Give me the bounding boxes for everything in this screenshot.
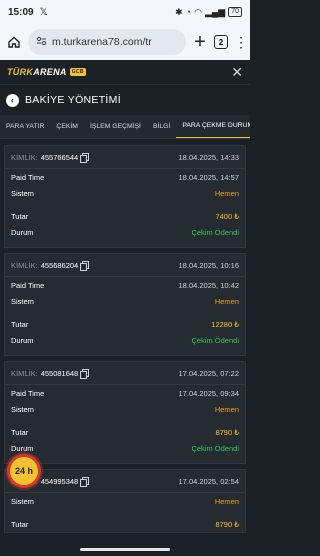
tab-bilgi[interactable]: BİLGİ: [147, 115, 176, 138]
transaction-id: 455081648: [40, 368, 79, 378]
url-text[interactable]: m.turkarena78.com/tr: [52, 36, 152, 48]
sistem-row: Sistem Hemen: [5, 493, 245, 509]
kimlik-label: KİMLİK:: [11, 368, 38, 378]
status-bar: 15:09 𝕏 ✱ ◔ ◠ ▂▄▆ 70: [0, 0, 250, 24]
tutar-value: 8790 ₺: [215, 519, 239, 529]
logo-second: ARENA: [33, 67, 67, 77]
sistem-label: Sistem: [11, 404, 34, 414]
sistem-value: Hemen: [214, 188, 239, 198]
tutar-label: Tutar: [11, 319, 29, 329]
kimlik-label: KİMLİK:: [11, 152, 38, 162]
more-menu-icon[interactable]: ⋮: [234, 34, 248, 51]
tutar-value: 12280 ₺: [211, 319, 239, 329]
wifi-icon: ◠: [194, 6, 202, 17]
card-header: KİMLİK: 455081648 17.04.2025, 07:22: [5, 362, 245, 385]
tutar-row: Tutar 8790 ₺: [5, 424, 245, 440]
back-icon[interactable]: ‹: [6, 93, 19, 107]
withdrawal-card: KİMLİK: 455081648 17.04.2025, 07:22 Paid…: [4, 361, 246, 464]
durum-value: Çekim Ödendi: [191, 335, 239, 345]
sistem-row: Sistem Hemen: [5, 185, 245, 201]
signal-icon: ▂▄▆: [204, 6, 226, 17]
paid-time-row: Paid Time 17.04.2025, 09:34: [5, 385, 245, 401]
transaction-id: 454995348: [40, 476, 79, 486]
tutar-label: Tutar: [11, 211, 29, 221]
tutar-label: Tutar: [11, 427, 29, 437]
tab-cekim[interactable]: ÇEKİM: [50, 115, 84, 138]
paid-time-label: Paid Time: [11, 172, 45, 182]
sistem-label: Sistem: [11, 296, 34, 306]
withdrawal-card: KİMLİK: 454995348 17.04.2025, 02:54 Sist…: [4, 469, 246, 533]
tab-para-yatir[interactable]: PARA YATIR: [0, 115, 50, 138]
home-icon[interactable]: [6, 34, 22, 50]
browser-toolbar: m.turkarena78.com/tr + 2 ⋮: [0, 24, 250, 60]
sistem-value: Hemen: [214, 404, 239, 414]
copy-icon[interactable]: [80, 261, 90, 271]
paid-time-label: Paid Time: [11, 280, 45, 290]
kimlik-label: KİMLİK:: [11, 260, 38, 270]
bluetooth-icon: ✱: [175, 6, 183, 17]
paid-time-row: Paid Time 18.04.2025, 14:57: [5, 169, 245, 185]
site-header: TÜRK ARENA GCB ✕: [0, 60, 250, 85]
logo-main: TÜRK: [7, 67, 34, 77]
durum-row: Durum Çekim Ödendi: [5, 224, 245, 240]
sistem-row: Sistem Hemen: [5, 293, 245, 309]
tutar-value: 7400 ₺: [215, 211, 239, 221]
durum-label: Durum: [11, 443, 34, 453]
tab-switcher-button[interactable]: 2: [214, 35, 228, 49]
transaction-id: 455686204: [40, 260, 79, 270]
sistem-label: Sistem: [11, 188, 34, 198]
mute-icon: ◔: [185, 7, 192, 17]
paid-time-label: Paid Time: [11, 388, 45, 398]
status-time: 15:09: [8, 6, 34, 18]
durum-label: Durum: [11, 335, 34, 345]
copy-icon[interactable]: [80, 153, 90, 163]
request-date: 17.04.2025, 02:54: [178, 476, 239, 486]
live-support-badge[interactable]: 24 h: [7, 454, 41, 488]
logo-badge: GCB: [69, 68, 86, 76]
tab-para-cekme-durumu[interactable]: PARA ÇEKME DURUMU: [176, 115, 250, 138]
sistem-label: Sistem: [11, 496, 34, 506]
durum-value: Çekim Ödendi: [191, 443, 239, 453]
paid-time-value: 18.04.2025, 14:57: [178, 172, 239, 182]
tutar-row: Tutar 12280 ₺: [5, 316, 245, 332]
new-tab-icon[interactable]: +: [192, 31, 208, 54]
tutar-label: Tutar: [11, 519, 29, 529]
sistem-value: Hemen: [214, 496, 239, 506]
request-date: 18.04.2025, 14:33: [178, 152, 239, 162]
page-title-bar: ‹ BAKİYE YÖNETİMİ: [0, 85, 250, 115]
paid-time-value: 17.04.2025, 09:34: [178, 388, 239, 398]
paid-time-row: Paid Time 18.04.2025, 10:42: [5, 277, 245, 293]
tab-bar: PARA YATIR ÇEKİM İŞLEM GEÇMİŞİ BİLGİ PAR…: [0, 115, 250, 139]
withdrawal-card: KİMLİK: 455686204 18.04.2025, 10:16 Paid…: [4, 253, 246, 356]
sistem-value: Hemen: [214, 296, 239, 306]
tutar-row: Tutar 7400 ₺: [5, 208, 245, 224]
site-info-icon[interactable]: [36, 36, 47, 49]
paid-time-value: 18.04.2025, 10:42: [178, 280, 239, 290]
x-icon: 𝕏: [39, 6, 48, 18]
copy-icon[interactable]: [80, 477, 90, 487]
durum-row: Durum Çekim Ödendi: [5, 332, 245, 348]
withdrawal-card: KİMLİK: 455766544 18.04.2025, 14:33 Paid…: [4, 145, 246, 248]
url-bar[interactable]: m.turkarena78.com/tr: [28, 29, 186, 55]
status-icons: ✱ ◔ ◠ ▂▄▆ 70: [175, 7, 242, 18]
card-header: KİMLİK: 454995348 17.04.2025, 02:54: [5, 470, 245, 493]
card-header: KİMLİK: 455766544 18.04.2025, 14:33: [5, 146, 245, 169]
transaction-id: 455766544: [40, 152, 79, 162]
durum-value: Çekim Ödendi: [191, 227, 239, 237]
page-title: BAKİYE YÖNETİMİ: [25, 94, 121, 106]
request-date: 18.04.2025, 10:16: [178, 260, 239, 270]
durum-row: Durum Çekim Ödendi: [5, 440, 245, 456]
tab-islem-gecmisi[interactable]: İŞLEM GEÇMİŞİ: [84, 115, 147, 138]
sistem-row: Sistem Hemen: [5, 401, 245, 417]
copy-icon[interactable]: [80, 369, 90, 379]
durum-label: Durum: [11, 227, 34, 237]
battery-icon: 70: [228, 7, 242, 17]
request-date: 17.04.2025, 07:22: [178, 368, 239, 378]
gesture-bar: [80, 548, 170, 551]
tutar-value: 8790 ₺: [215, 427, 239, 437]
card-header: KİMLİK: 455686204 18.04.2025, 10:16: [5, 254, 245, 277]
close-icon[interactable]: ✕: [231, 64, 243, 81]
tutar-row: Tutar 8790 ₺: [5, 516, 245, 532]
site-logo[interactable]: TÜRK ARENA GCB: [7, 67, 86, 77]
